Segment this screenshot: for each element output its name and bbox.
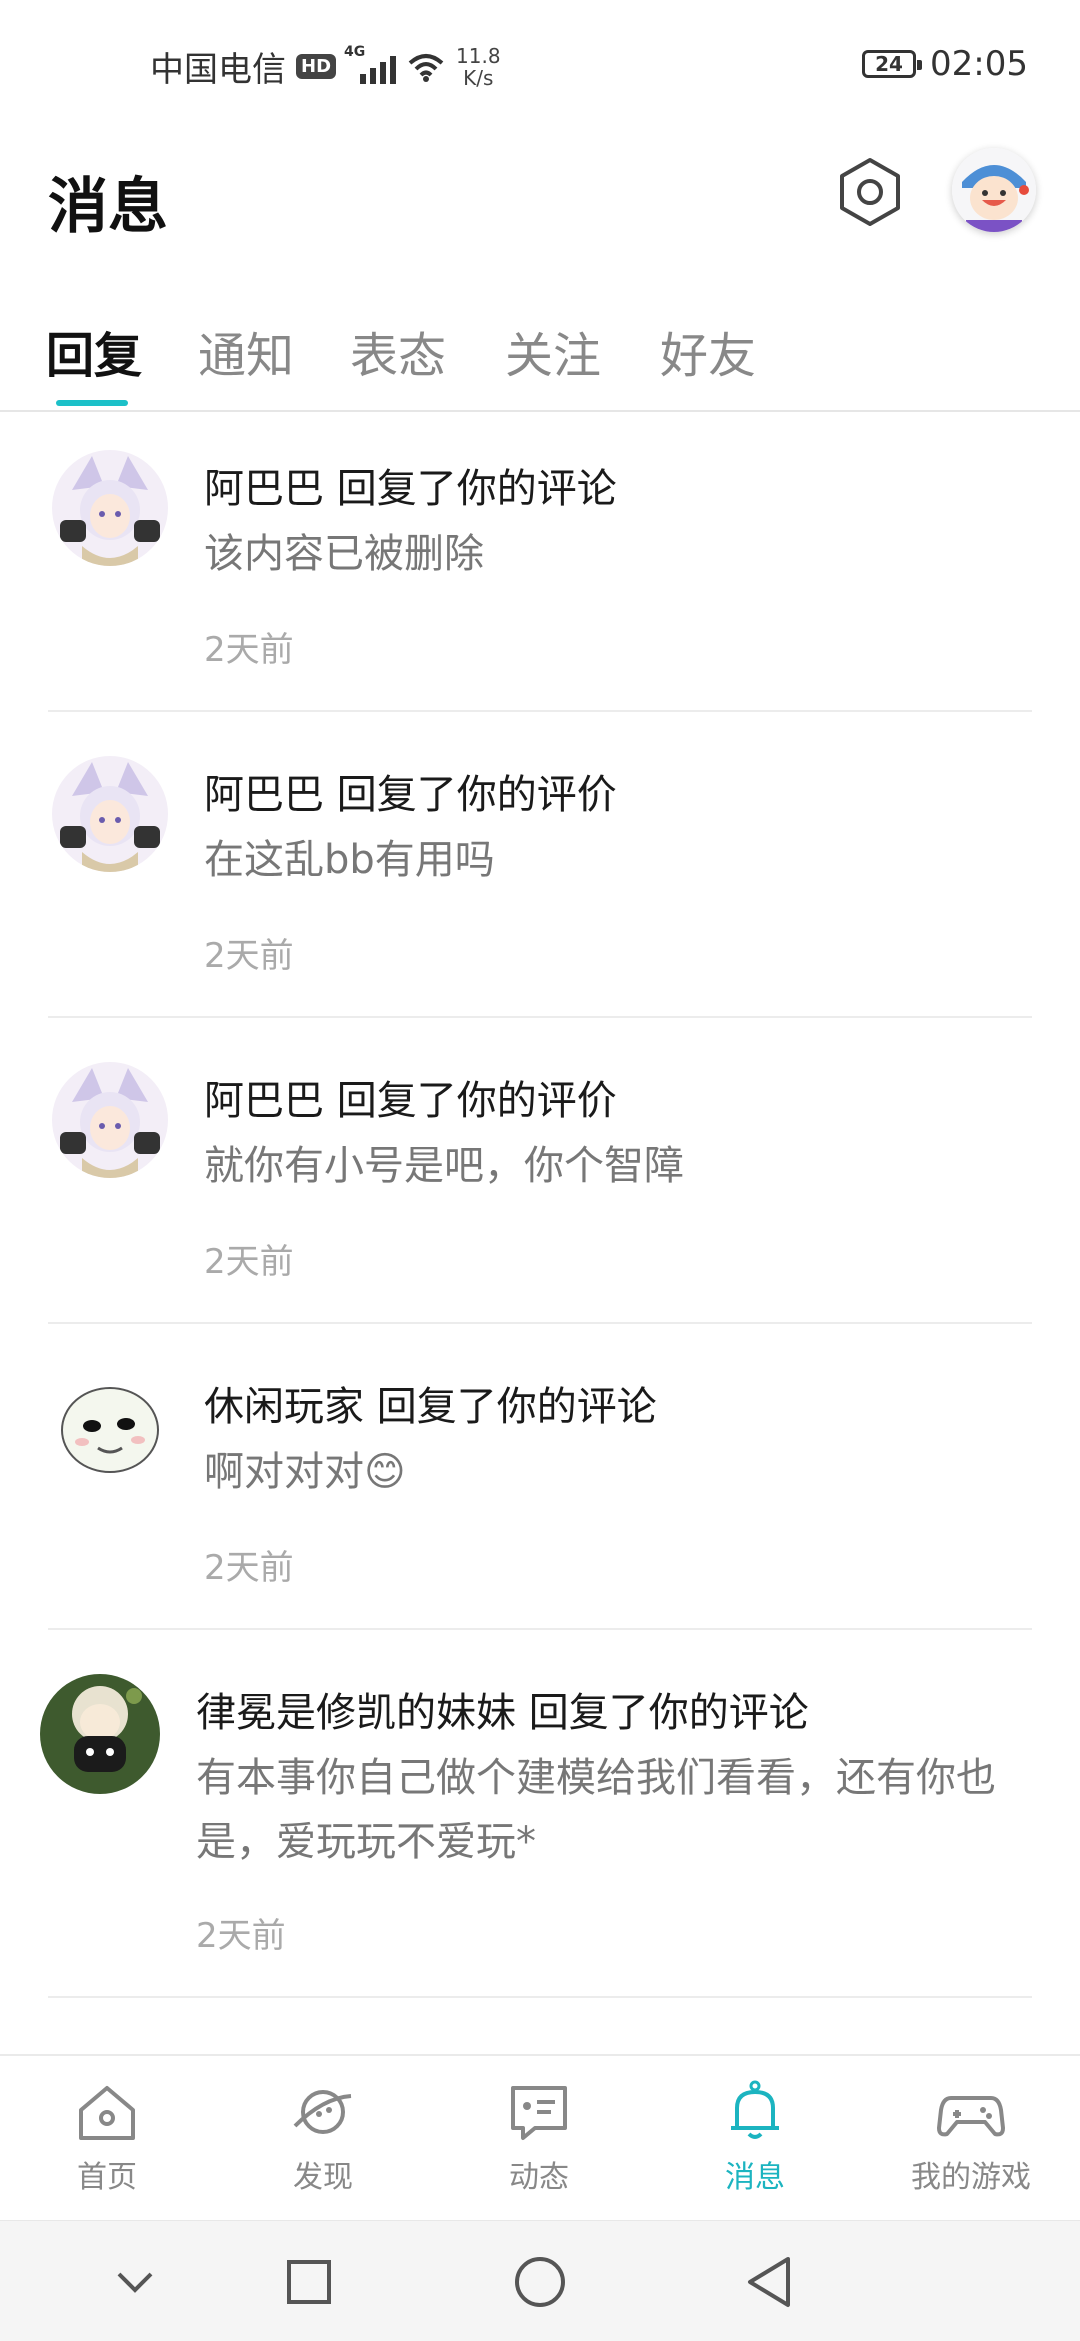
speed-unit: K/s [463,65,494,90]
home-button[interactable] [505,2247,575,2317]
divider [48,710,1032,712]
signal-icon: 4G [344,44,397,84]
message-time: 2天前 [204,1242,294,1282]
page-title: 消息 [48,172,168,242]
tab-follow[interactable]: 关注 [505,316,601,386]
divider [48,1016,1032,1018]
recents-button[interactable] [274,2247,344,2317]
list-item[interactable]: 休闲玩家 回复了你的评论 啊对对对😊 2天前 [0,1338,1080,1628]
avatar [952,148,1036,232]
carrier-label: 中国电信 [150,50,286,90]
square-icon [287,2260,331,2304]
nav-label: 消息 [725,2160,785,2195]
bottom-nav: 首页 发现 动态 消息 我的游戏 [0,2054,1080,2220]
chevron-down-icon [117,2272,153,2293]
wifi-icon [408,53,444,82]
tab-notice[interactable]: 通知 [198,316,294,386]
tab-reaction[interactable]: 表态 [350,316,446,386]
settings-button[interactable] [830,152,910,232]
nav-feed[interactable]: 动态 [464,2078,614,2196]
message-title: 休闲玩家 回复了你的评论 [204,1384,657,1430]
message-title: 阿巴巴 回复了你的评价 [204,772,617,818]
message-title: 律冕是修凯的妹妹 回复了你的评论 [196,1690,809,1736]
nav-messages[interactable]: 消息 [680,2078,830,2196]
back-triangle-icon [748,2257,790,2307]
nav-label: 我的游戏 [911,2160,1031,2195]
divider [48,1628,1032,1630]
nav-my-games[interactable]: 我的游戏 [896,2078,1046,2196]
back-button[interactable] [734,2247,804,2317]
chat-card-icon [511,2086,567,2140]
collapse-button[interactable] [100,2247,170,2317]
nav-label: 动态 [509,2160,569,2195]
message-title: 阿巴巴 回复了你的评论 [204,466,617,512]
message-body: 该内容已被删除 [204,531,484,577]
tab-friends[interactable]: 好友 [660,316,756,386]
circle-icon [515,2257,565,2307]
avatar[interactable] [52,1062,168,1178]
status-left: 中国电信 HD 4G 11.8 K/s [150,42,501,91]
hd-badge: HD [296,54,337,79]
nav-label: 发现 [293,2160,353,2195]
message-time: 2天前 [196,1916,286,1956]
message-tabs: 回复 通知 表态 关注 好友 [0,300,1080,412]
list-item[interactable]: 阿巴巴 回复了你的评价 在这乱bb有用吗 2天前 [0,726,1080,1016]
message-time: 2天前 [204,936,294,976]
status-bar: 中国电信 HD 4G 11.8 K/s 24 02:05 [0,0,1080,130]
avatar[interactable] [52,450,168,566]
divider [48,1996,1032,1998]
home-icon [79,2086,135,2140]
network-type: 4G [344,43,366,60]
speed-value: 11.8 [456,43,501,68]
system-nav-bar [0,2220,1080,2341]
message-body: 在这乱bb有用吗 [204,837,495,883]
battery-icon: 24 [862,50,923,78]
tab-reply[interactable]: 回复 [46,316,142,386]
divider [48,1322,1032,1324]
nav-label: 首页 [77,2160,137,2195]
avatar[interactable] [40,1674,160,1794]
bell-icon [731,2080,779,2139]
message-body: 啊对对对😊 [204,1449,406,1495]
profile-avatar[interactable] [952,148,1036,232]
message-time: 2天前 [204,1548,294,1588]
clock: 02:05 [930,44,1028,84]
gear-icon [840,158,900,226]
list-item[interactable]: 律冕是修凯的妹妹 回复了你的评论 有本事你自己做个建模给我们看看，还有你也是，爱… [0,1644,1080,1996]
network-speed: 11.8 K/s [456,45,501,89]
status-right: 24 02:05 [862,44,1028,84]
nav-home[interactable]: 首页 [32,2078,182,2196]
list-item[interactable]: 阿巴巴 回复了你的评价 就你有小号是吧，你个智障 2天前 [0,1032,1080,1322]
battery-level: 24 [875,52,903,76]
message-body: 就你有小号是吧，你个智障 [204,1143,684,1189]
message-time: 2天前 [204,630,294,670]
list-item[interactable]: 阿巴巴 回复了你的评论 该内容已被删除 2天前 [0,420,1080,710]
message-title: 阿巴巴 回复了你的评价 [204,1078,617,1124]
planet-icon [293,2090,352,2134]
nav-discover[interactable]: 发现 [248,2078,398,2196]
avatar[interactable] [52,756,168,872]
message-body: 有本事你自己做个建模给我们看看，还有你也是，爱玩玩不爱玩* [196,1755,996,1865]
tab-indicator [56,400,128,406]
avatar[interactable] [52,1368,168,1484]
gamepad-icon [937,2096,1005,2137]
